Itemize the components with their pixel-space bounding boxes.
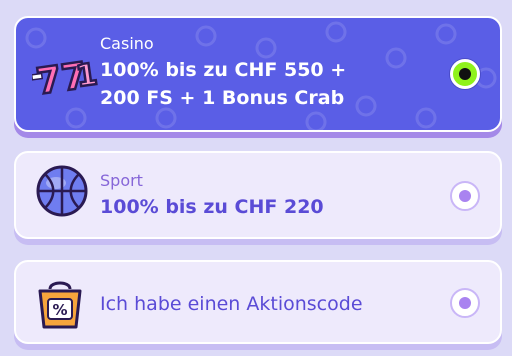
- bonus-option-sport[interactable]: Sport 100% bis zu CHF 220: [14, 151, 502, 239]
- option-title-promo-code: Ich habe einen Aktionscode: [100, 293, 363, 315]
- option-title-casino-line2: 200 FS + 1 Bonus Crab: [100, 87, 345, 109]
- option-label-casino: Casino: [100, 34, 154, 53]
- percent-bag-icon: %: [32, 275, 88, 331]
- bonus-option-promo-code[interactable]: % Ich habe einen Aktionscode: [14, 260, 502, 344]
- option-label-sport: Sport: [100, 171, 143, 190]
- option-title-casino-line1: 100% bis zu CHF 550 +: [100, 59, 347, 81]
- bonus-option-casino[interactable]: 77 1 Casino 100% bis zu CHF 550 + 200 FS…: [14, 16, 502, 132]
- radio-sport[interactable]: [450, 181, 480, 211]
- radio-promo-code[interactable]: [450, 288, 480, 318]
- slot-777-icon: 77 1: [30, 40, 102, 110]
- basketball-icon: [34, 163, 90, 219]
- option-title-casino: 100% bis zu CHF 550 + 200 FS + 1 Bonus C…: [100, 56, 430, 112]
- svg-text:%: %: [52, 301, 67, 319]
- option-title-sport: 100% bis zu CHF 220: [100, 196, 324, 218]
- svg-text:1: 1: [74, 57, 100, 95]
- radio-casino-selected[interactable]: [450, 59, 480, 89]
